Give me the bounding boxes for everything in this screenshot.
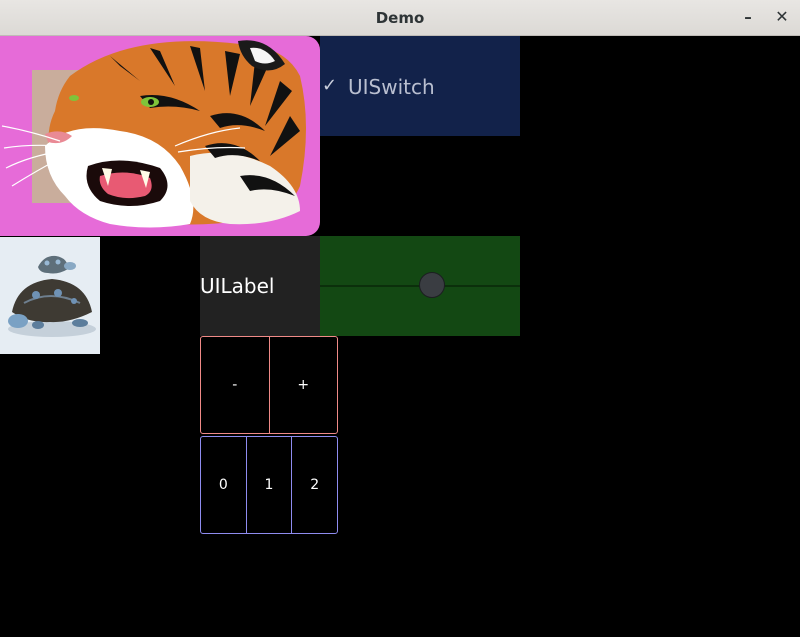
uilabel: UILabel: [200, 236, 320, 336]
slider-thumb[interactable]: [419, 272, 445, 298]
segment-2[interactable]: 2: [291, 437, 337, 533]
switch-label: UISwitch: [348, 75, 435, 99]
uistepper: - +: [200, 336, 338, 434]
window-titlebar: Demo – ✕: [0, 0, 800, 36]
tiger-image: [0, 36, 320, 236]
decrement-button[interactable]: -: [201, 337, 269, 433]
close-button[interactable]: ✕: [768, 0, 796, 36]
uislider[interactable]: [320, 236, 520, 336]
minimize-button[interactable]: –: [734, 0, 762, 36]
segment-0[interactable]: 0: [201, 437, 246, 533]
window-title: Demo: [375, 9, 425, 27]
turtle-image: [0, 237, 100, 354]
segmented-control: 0 1 2: [200, 436, 338, 534]
label-text: UILabel: [200, 274, 275, 298]
segment-1[interactable]: 1: [245, 437, 292, 533]
app-content: ✓ UISwitch UILabel - + 0 1 2: [0, 36, 800, 637]
uiswitch[interactable]: ✓ UISwitch: [320, 36, 520, 136]
increment-button[interactable]: +: [268, 337, 338, 433]
checkmark-icon: ✓: [322, 75, 338, 96]
